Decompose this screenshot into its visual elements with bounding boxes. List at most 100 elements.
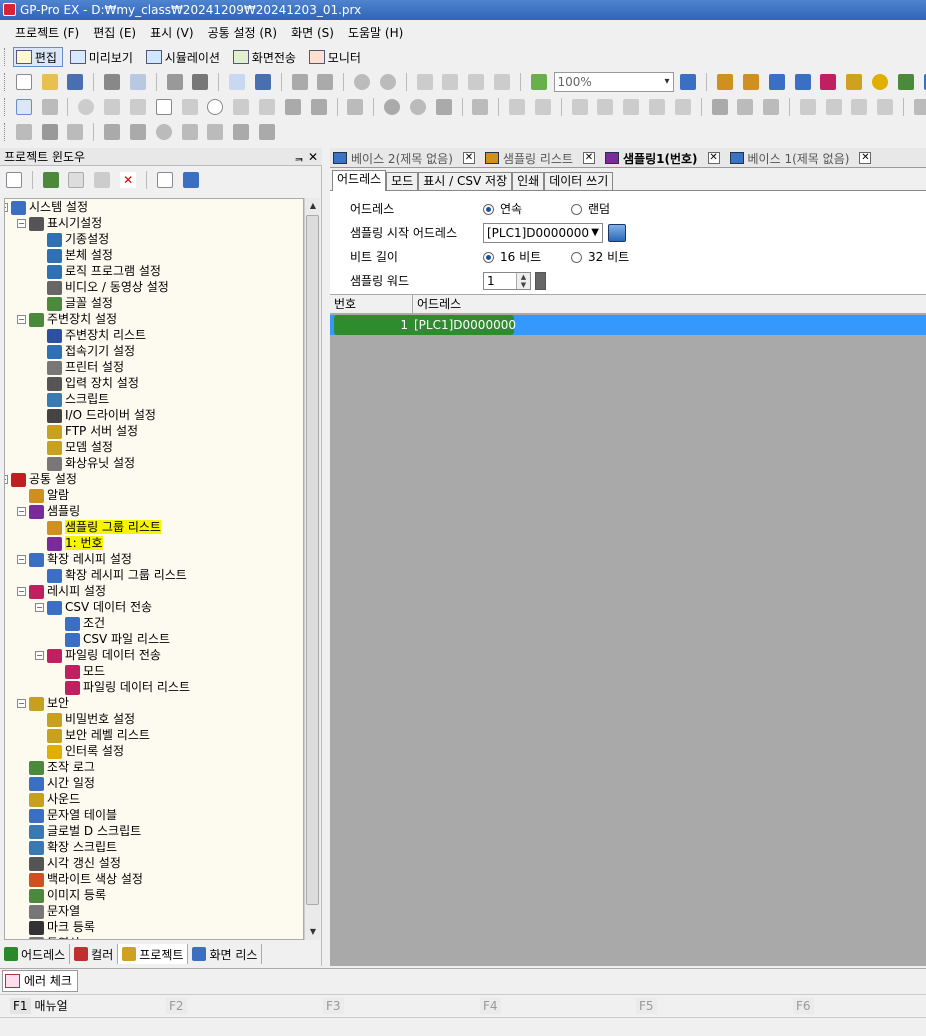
image-tool-icon[interactable] — [310, 99, 327, 115]
close-tab-icon[interactable]: ✕ — [707, 152, 720, 164]
tree-node[interactable]: 글꼴 설정 — [47, 295, 113, 311]
print-icon[interactable] — [104, 74, 121, 90]
tree-node[interactable]: FTP 서버 설정 — [47, 423, 138, 439]
tree-node[interactable]: CSV 파일 리스트 — [65, 631, 170, 647]
keypad-button[interactable] — [535, 272, 546, 290]
data-display-icon[interactable] — [435, 99, 452, 115]
trend-graph-icon[interactable] — [623, 99, 640, 115]
line-tool-icon[interactable] — [104, 99, 121, 115]
branch-up-icon[interactable] — [259, 124, 276, 140]
keypad-icon[interactable] — [711, 99, 728, 115]
cut-icon[interactable] — [416, 74, 433, 90]
open-icon[interactable] — [41, 74, 58, 90]
screen2-icon[interactable] — [192, 74, 209, 90]
ungroup-icon[interactable] — [825, 99, 842, 115]
menu-project[interactable]: 프로젝트 (F) — [8, 22, 86, 44]
ladder-t-icon[interactable] — [41, 124, 58, 140]
tree-node[interactable]: 화상유닛 설정 — [47, 455, 135, 471]
tree-node[interactable]: 스크립트 — [47, 391, 109, 407]
tree-node[interactable]: 로직 프로그램 설정 — [47, 263, 161, 279]
scroll-down-icon[interactable]: ▼ — [305, 924, 321, 940]
log-icon[interactable] — [897, 74, 914, 90]
interlock-icon[interactable] — [871, 74, 888, 90]
tree-node[interactable]: 시간 일정 — [29, 775, 95, 791]
bit32-radio[interactable]: 32 비트 — [571, 247, 629, 267]
arc-tool-icon[interactable] — [233, 99, 250, 115]
tree-node[interactable]: 백라이트 색상 설정 — [29, 871, 143, 887]
tree-node[interactable]: 접속기기 설정 — [47, 343, 135, 359]
tree-node[interactable]: 이미지 등록 — [29, 887, 106, 903]
tree-node[interactable]: I/O 드라이버 설정 — [47, 407, 156, 423]
tree-expander-icon[interactable]: − — [17, 507, 26, 516]
polygon-tool-icon[interactable] — [181, 99, 198, 115]
menu-help[interactable]: 도움말 (H) — [341, 22, 410, 44]
tree-node[interactable]: 샘플링 그룹 리스트 — [47, 519, 161, 535]
tree-node[interactable]: 마크 등록 — [29, 919, 95, 935]
bit16-radio[interactable]: 16 비트 — [483, 247, 541, 267]
tree-node[interactable]: 기종설정 — [47, 231, 109, 247]
tree-node[interactable]: 비디오 / 동영상 설정 — [47, 279, 169, 295]
save-icon[interactable] — [67, 74, 84, 90]
tree-node[interactable]: 주변장치 리스트 — [47, 327, 146, 343]
tree-expander-icon[interactable]: − — [17, 315, 26, 324]
tree-expander-icon[interactable]: − — [5, 475, 8, 484]
distribute-icon[interactable] — [877, 99, 894, 115]
tree-expander-icon[interactable]: − — [35, 651, 44, 660]
video-part-icon[interactable] — [763, 99, 780, 115]
tab-screen-list[interactable]: 화면 리스 — [188, 944, 263, 964]
tree-node[interactable]: − 확장 레시피 설정 — [17, 551, 132, 567]
tab-mode[interactable]: 모드 — [386, 172, 419, 191]
monitor-mode-button[interactable]: 모니터 — [306, 47, 367, 67]
contact-no-icon[interactable] — [104, 124, 121, 140]
timer-icon[interactable] — [181, 124, 198, 140]
print-preview-icon[interactable] — [129, 74, 146, 90]
address-continuous-radio[interactable]: 연속 — [483, 199, 522, 219]
pin-icon[interactable]: ᆿ — [294, 148, 304, 166]
close-icon[interactable]: ✕ — [308, 148, 318, 166]
list-view-icon[interactable] — [182, 172, 199, 188]
tree-node[interactable]: 비밀번호 설정 — [47, 711, 135, 727]
sampling-icon[interactable] — [742, 74, 759, 90]
tab-print[interactable]: 인쇄 — [512, 172, 545, 191]
pie-graph-icon[interactable] — [674, 99, 691, 115]
close-tab-icon[interactable]: ✕ — [859, 152, 872, 164]
tree-node[interactable]: − 공통 설정 — [5, 471, 77, 487]
address-input-button[interactable] — [608, 224, 626, 242]
tree-node[interactable]: 조작 로그 — [29, 759, 95, 775]
paste-item-icon[interactable] — [94, 172, 111, 188]
tree-node[interactable]: 확장 스크립트 — [29, 839, 117, 855]
undo-icon[interactable] — [354, 74, 371, 90]
recipe-icon[interactable] — [768, 74, 785, 90]
tree-node[interactable]: 문자열 — [29, 903, 80, 919]
window-tool-icon[interactable] — [472, 99, 489, 115]
tree-node[interactable]: 확장 레시피 그룹 리스트 — [47, 567, 187, 583]
tree-node[interactable]: 모드 — [65, 663, 105, 679]
folder-icon[interactable] — [291, 74, 308, 90]
tree-node[interactable]: 조건 — [65, 615, 105, 631]
menu-common-settings[interactable]: 공통 설정 (R) — [201, 22, 285, 44]
copy-item-icon[interactable] — [68, 172, 85, 188]
tree-node[interactable]: 인터록 설정 — [47, 743, 124, 759]
delete-item-icon[interactable]: ✕ — [120, 172, 137, 188]
csv-icon[interactable] — [794, 74, 811, 90]
tree-node[interactable]: 1: 번호 — [47, 535, 103, 551]
line-graph-icon[interactable] — [597, 99, 614, 115]
select-pointer-icon[interactable] — [15, 99, 32, 115]
tree-node[interactable]: − 표시기설정 — [17, 215, 102, 231]
copy-icon[interactable] — [442, 74, 459, 90]
simulation-mode-button[interactable]: 시뮬레이션 — [143, 47, 226, 67]
ladder-block-icon[interactable] — [15, 124, 32, 140]
tree-node[interactable]: 보안 레벨 리스트 — [47, 727, 150, 743]
tab-address-settings[interactable]: 어드레스 — [332, 170, 387, 191]
tree-node[interactable]: − 보안 — [17, 695, 69, 711]
doc-tab-sampling-list[interactable]: 샘플링 리스트 ✕ — [482, 148, 598, 167]
menu-view[interactable]: 표시 (V) — [143, 22, 200, 44]
tree-node[interactable]: 본체 설정 — [47, 247, 113, 263]
new-icon[interactable] — [15, 74, 32, 90]
close-tab-icon[interactable]: ✕ — [582, 152, 595, 164]
dot-tool-icon[interactable] — [78, 99, 95, 115]
screen-save-icon[interactable] — [254, 74, 271, 90]
tree-expander-icon[interactable]: − — [5, 203, 8, 212]
tree-expander-icon[interactable]: − — [17, 587, 26, 596]
contact-nc-icon[interactable] — [129, 124, 146, 140]
